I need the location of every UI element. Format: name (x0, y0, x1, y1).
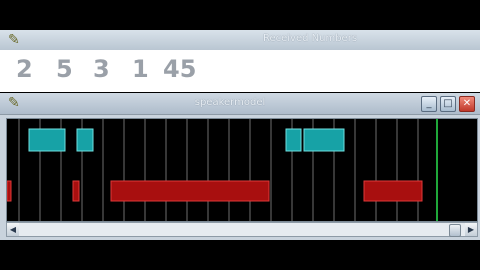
window-title: speakermodel (194, 97, 266, 108)
cyan-segment[interactable] (28, 128, 66, 152)
close-button[interactable]: ✕ (459, 96, 475, 112)
number-value: 5 (56, 55, 73, 83)
numbers-display: 2 5 3 1 45 (0, 50, 480, 92)
red-segment[interactable] (7, 180, 12, 202)
scroll-right-arrow-icon[interactable]: ▶ (465, 223, 477, 236)
red-track (7, 180, 423, 202)
number-value: 45 (163, 55, 197, 83)
red-segment[interactable] (363, 180, 423, 202)
received-numbers-titlebar[interactable]: ✎ Received Numbers (0, 30, 480, 51)
scroll-left-arrow-icon[interactable]: ◀ (7, 223, 19, 236)
number-value: 2 (16, 55, 33, 83)
minimize-button[interactable]: _ (421, 96, 437, 112)
cyan-segment[interactable] (285, 128, 302, 152)
red-segment[interactable] (110, 180, 270, 202)
feather-icon: ✎ (8, 32, 20, 48)
number-value: 1 (132, 55, 149, 83)
cyan-segment[interactable] (303, 128, 345, 152)
window-title: Received Numbers (262, 33, 358, 44)
number-value: 3 (93, 55, 110, 83)
cyan-segment[interactable] (76, 128, 94, 152)
timeline-svg (7, 119, 438, 221)
maximize-button[interactable]: □ (440, 96, 456, 112)
red-segment[interactable] (72, 180, 80, 202)
feather-icon: ✎ (8, 95, 20, 111)
horizontal-scrollbar[interactable]: ◀ ▶ (6, 222, 478, 237)
timeline-canvas[interactable] (6, 118, 478, 222)
speakermodel-window: ✎ speakermodel _ □ ✕ ◀ ▶ (0, 93, 480, 240)
received-numbers-window: ✎ Received Numbers 2 5 3 1 45 (0, 30, 480, 92)
speakermodel-titlebar[interactable]: ✎ speakermodel _ □ ✕ (0, 93, 480, 115)
scroll-thumb[interactable] (449, 224, 461, 237)
